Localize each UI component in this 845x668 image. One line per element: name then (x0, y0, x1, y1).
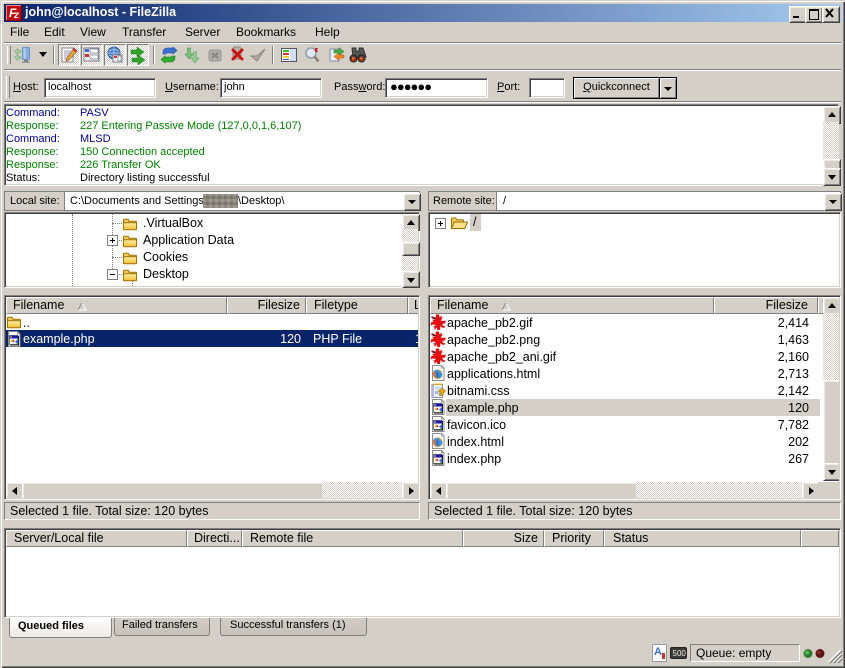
svg-text:z: z (13, 10, 19, 21)
